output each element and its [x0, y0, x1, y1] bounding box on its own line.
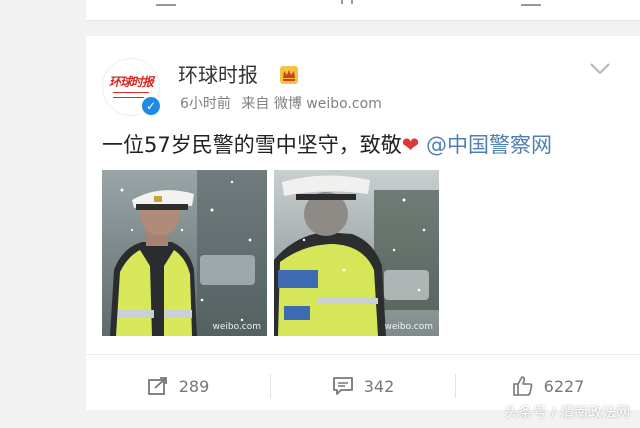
repost-button[interactable]: 289 [86, 366, 270, 406]
post-time: 6小时前 [180, 96, 231, 112]
comment-count: 342 [363, 376, 395, 396]
thumbs-up-icon [512, 376, 533, 396]
comment-icon[interactable] [341, 0, 353, 4]
repost-icon [147, 377, 167, 395]
comment-icon [332, 377, 353, 395]
post-action-bar: 289 342 6227 [86, 366, 640, 406]
avatar-logo-text: 环球时报 [108, 75, 154, 89]
post-meta: 6小时前 来自 微博 weibo.com [180, 94, 388, 114]
comment-button[interactable]: 342 [271, 366, 455, 406]
police-officer-photo [102, 170, 267, 336]
repost-count: 289 [178, 376, 210, 396]
heart-emoji: ❤ [401, 133, 420, 157]
post-image-2[interactable]: weibo.com [274, 170, 439, 336]
previous-post-action-bar [86, 0, 640, 21]
repost-icon[interactable] [156, 0, 176, 6]
image-watermark: weibo.com [212, 322, 261, 332]
post-body: 一位57岁民警的雪中坚守，致敬 [102, 133, 402, 157]
like-count: 6227 [543, 376, 585, 396]
crown-icon [280, 66, 298, 84]
post-image-1[interactable]: weibo.com [102, 170, 267, 336]
weibo-post-card: 环球时报 ✓ 环球时报 6小时前 来自 微博 weibo.com 一位57岁民警… [86, 36, 640, 410]
avatar[interactable]: 环球时报 ✓ [102, 58, 162, 117]
divider [86, 354, 640, 355]
verified-check-icon: ✓ [140, 95, 162, 117]
police-officer-back-photo [274, 170, 439, 336]
like-button[interactable]: 6227 [456, 366, 640, 406]
image-watermark: weibo.com [384, 322, 433, 332]
mention-link[interactable]: @中国警察网 [426, 133, 552, 157]
post-text: 一位57岁民警的雪中坚守，致敬❤ @中国警察网 [102, 130, 552, 160]
footer-watermark: 头条号 / 渭南政法网 [504, 405, 630, 421]
post-source: 来自 微博 weibo.com [241, 96, 382, 112]
chevron-down-icon[interactable] [589, 62, 611, 76]
like-icon[interactable] [521, 0, 541, 6]
author-name[interactable]: 环球时报 [178, 62, 258, 88]
